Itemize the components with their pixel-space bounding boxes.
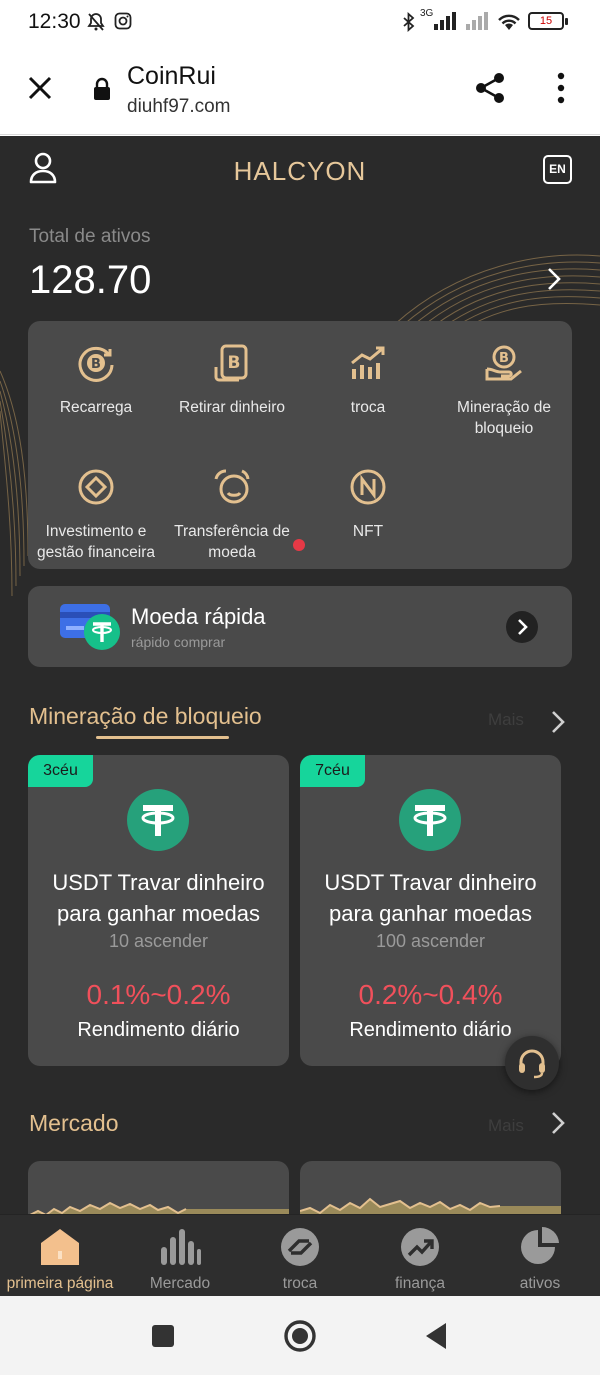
- mining-icon: B: [436, 343, 572, 389]
- product-title: USDT Travar dinheiro para ganhar moedas: [324, 870, 537, 926]
- menu-investment[interactable]: Investimento e gestão financeira: [28, 467, 164, 563]
- status-bar: 12:30 3G 15: [0, 0, 600, 44]
- bottom-navigation: primeira página Mercado troca finança at…: [0, 1214, 600, 1296]
- mining-more-link[interactable]: Mais: [488, 710, 524, 730]
- section-underline: [96, 736, 229, 739]
- notification-dot: [293, 539, 305, 551]
- page-url[interactable]: diuhf97.com: [127, 96, 231, 118]
- menu-mining[interactable]: B Mineração de bloqueio: [436, 343, 572, 439]
- assets-value: 128.70: [29, 258, 152, 302]
- tether-icon: [398, 788, 462, 857]
- app-header: HALCYON EN: [0, 136, 600, 204]
- customer-support-button[interactable]: [505, 1036, 559, 1090]
- language-toggle[interactable]: EN: [543, 155, 572, 184]
- product-subtitle: 10 ascender: [108, 931, 209, 951]
- product-rate: 0.2%~0.4%: [358, 979, 503, 1010]
- menu-recharge[interactable]: B Recarrega: [28, 343, 164, 418]
- duration-badge: 7céu: [300, 755, 365, 787]
- pie-chart-icon: [519, 1227, 561, 1272]
- market-section-title: Mercado: [29, 1110, 119, 1136]
- status-time: 12:30: [28, 10, 81, 33]
- mining-product-card[interactable]: 7céu USDT Travar dinheiro para ganhar mo…: [300, 755, 561, 1066]
- quick-menu: B Recarrega B Retirar dinheiro troca B M…: [28, 321, 572, 569]
- lock-icon: [92, 77, 112, 106]
- nav-label: finança: [395, 1275, 445, 1292]
- quick-coin-card[interactable]: Moeda rápida rápido comprar: [28, 586, 572, 667]
- mining-section-title: Mineração de bloqueio: [29, 703, 262, 729]
- nav-trade[interactable]: troca: [240, 1215, 360, 1297]
- battery-indicator: 15: [528, 12, 568, 30]
- menu-label: Transferência de moeda: [174, 523, 290, 561]
- tether-card-icon: [60, 602, 124, 655]
- nav-label: Mercado: [149, 1275, 211, 1292]
- mining-product-card[interactable]: 3céu USDT Travar dinheiro para ganhar mo…: [28, 755, 289, 1066]
- instagram-icon: [114, 12, 132, 35]
- chevron-right-icon[interactable]: [551, 710, 565, 739]
- menu-label: Recarrega: [59, 399, 133, 416]
- quick-coin-title: Moeda rápida: [131, 604, 266, 629]
- menu-label: troca: [350, 399, 386, 416]
- bluetooth-icon: [402, 11, 416, 37]
- quick-coin-subtitle: rápido comprar: [131, 634, 226, 650]
- svg-text:B: B: [228, 353, 241, 373]
- more-vert-icon[interactable]: [555, 72, 567, 109]
- duration-badge: 3céu: [28, 755, 93, 787]
- chevron-right-circle-icon[interactable]: [505, 610, 539, 649]
- investment-icon: [28, 467, 164, 513]
- close-icon[interactable]: [26, 74, 54, 107]
- nav-home[interactable]: primeira página: [0, 1215, 120, 1297]
- menu-label: Retirar dinheiro: [179, 399, 285, 416]
- nav-label: ativos: [519, 1275, 561, 1292]
- recents-button[interactable]: [151, 1324, 175, 1353]
- menu-label: Mineração de bloqueio: [457, 399, 551, 437]
- product-title: USDT Travar dinheiro para ganhar moedas: [52, 870, 265, 926]
- market-more-link[interactable]: Mais: [488, 1116, 524, 1136]
- home-icon: [39, 1227, 81, 1272]
- page-title: CoinRui: [127, 62, 216, 90]
- menu-transfer[interactable]: Transferência de moeda: [164, 467, 300, 563]
- bar-chart-icon: [159, 1227, 201, 1272]
- menu-withdraw[interactable]: B Retirar dinheiro: [164, 343, 300, 418]
- recharge-icon: B: [28, 343, 164, 389]
- product-rate: 0.1%~0.2%: [86, 979, 231, 1010]
- swap-icon: [279, 1227, 321, 1272]
- system-navigation-bar: [0, 1296, 600, 1375]
- app-screen: HALCYON EN Total de ativos 128.70 B Reca…: [0, 136, 600, 1296]
- back-button[interactable]: [425, 1322, 447, 1355]
- signal-weak-icon: [464, 12, 490, 35]
- tether-icon: [126, 788, 190, 857]
- transfer-icon: [164, 467, 300, 513]
- nav-market[interactable]: Mercado: [120, 1215, 240, 1297]
- nav-assets[interactable]: ativos: [480, 1215, 600, 1297]
- trend-up-icon: [399, 1227, 441, 1272]
- trade-chart-icon: [300, 343, 436, 389]
- nft-icon: [300, 467, 436, 513]
- home-button[interactable]: [284, 1320, 316, 1357]
- nav-finance[interactable]: finança: [360, 1215, 480, 1297]
- nav-label: troca: [282, 1275, 318, 1292]
- svg-text:B: B: [499, 351, 509, 366]
- brand-title: HALCYON: [233, 156, 367, 186]
- product-subtitle: 100 ascender: [375, 931, 486, 951]
- headset-icon: [516, 1047, 548, 1084]
- withdraw-icon: B: [164, 343, 300, 389]
- chevron-right-icon[interactable]: [551, 1111, 565, 1140]
- menu-label: NFT: [352, 523, 384, 540]
- signal-icon: [432, 12, 458, 35]
- assets-label: Total de ativos: [29, 226, 151, 247]
- menu-trade[interactable]: troca: [300, 343, 436, 418]
- chevron-right-icon[interactable]: [546, 266, 562, 297]
- svg-text:B: B: [91, 357, 101, 372]
- nav-label: primeira página: [6, 1275, 114, 1292]
- wifi-icon: [496, 12, 522, 37]
- browser-toolbar: CoinRui diuhf97.com: [0, 44, 600, 135]
- bell-muted-icon: [86, 12, 106, 37]
- share-icon[interactable]: [473, 71, 507, 110]
- menu-nft[interactable]: NFT: [300, 467, 436, 542]
- menu-label: Investimento e gestão financeira: [36, 523, 156, 561]
- product-rate-label: Rendimento diário: [77, 1019, 240, 1041]
